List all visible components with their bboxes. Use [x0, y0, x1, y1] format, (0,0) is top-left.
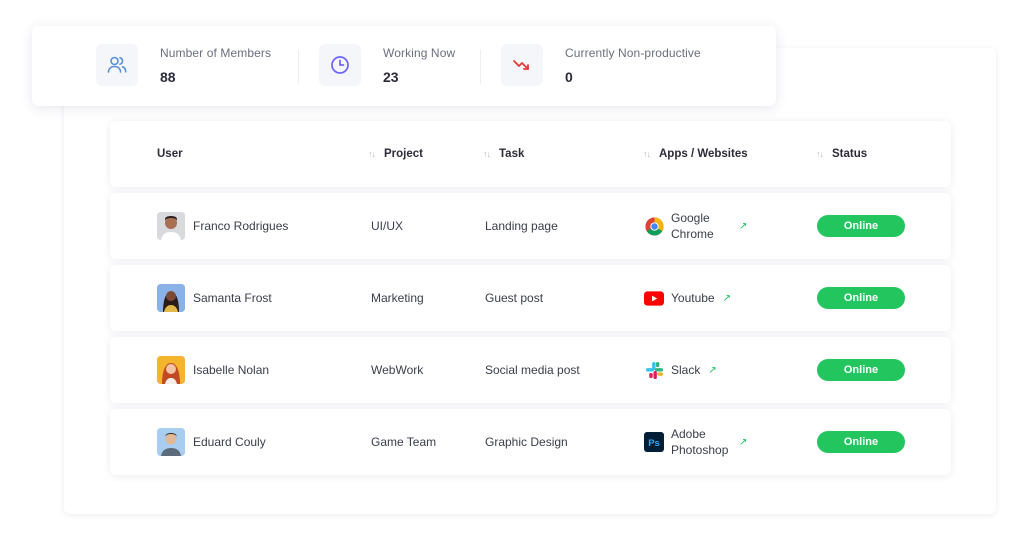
external-link-icon[interactable]: ↗	[739, 437, 747, 448]
status-badge: Online	[817, 359, 905, 381]
project-cell: Marketing	[371, 291, 424, 305]
table-row[interactable]: Eduard Couly Game Team Graphic Design Ps…	[110, 409, 951, 475]
table-row[interactable]: Franco Rodrigues UI/UX Landing page Goog…	[110, 193, 951, 259]
header-apps[interactable]: ↑↓ Apps / Websites	[643, 121, 748, 187]
avatar	[157, 212, 185, 240]
user-name: Franco Rodrigues	[193, 219, 289, 233]
app-cell: Youtube ↗	[644, 265, 731, 331]
app-name: Slack	[671, 363, 701, 377]
trend-down-icon	[501, 44, 543, 86]
avatar	[157, 356, 185, 384]
task-cell: Social media post	[485, 363, 580, 377]
status-cell: Online	[817, 337, 905, 403]
project-cell: UI/UX	[371, 219, 404, 233]
external-link-icon[interactable]: ↗	[739, 221, 747, 232]
project-cell: WebWork	[371, 363, 424, 377]
header-user[interactable]: User	[157, 121, 183, 187]
divider	[480, 50, 481, 84]
stat-label: Number of Members	[160, 45, 272, 60]
stat-label: Currently Non-productive	[565, 45, 701, 60]
stat-working-now: Working Now 23	[319, 44, 455, 86]
task-cell: Landing page	[485, 219, 558, 233]
app-cell: Ps Adobe Photoshop ↗	[644, 409, 747, 475]
table-row[interactable]: Samanta Frost Marketing Guest post Youtu…	[110, 265, 951, 331]
status-cell: Online	[817, 193, 905, 259]
table-header: User ↑↓ Project ↑↓ Task ↑↓ Apps / Websit…	[110, 121, 951, 187]
table-row[interactable]: Isabelle Nolan WebWork Social media post…	[110, 337, 951, 403]
user-name: Eduard Couly	[193, 435, 266, 449]
avatar	[157, 428, 185, 456]
user-name: Isabelle Nolan	[193, 363, 270, 377]
status-badge: Online	[817, 287, 905, 309]
status-cell: Online	[817, 409, 905, 475]
task-cell: Guest post	[485, 291, 544, 305]
stats-summary: Number of Members 88 Working Now 23 Curr…	[32, 26, 776, 106]
user-name: Samanta Frost	[193, 291, 272, 305]
status-badge: Online	[817, 215, 905, 237]
app-cell: Google Chrome ↗	[644, 193, 747, 259]
sort-icon: ↑↓	[483, 149, 491, 159]
project-cell: Game Team	[371, 435, 437, 449]
header-project-label: Project	[384, 148, 423, 160]
user-cell: Franco Rodrigues	[157, 193, 288, 259]
users-icon	[96, 44, 138, 86]
header-task[interactable]: ↑↓ Task	[483, 121, 524, 187]
header-task-label: Task	[499, 148, 525, 160]
task-cell: Graphic Design	[485, 435, 568, 449]
stat-non-productive: Currently Non-productive 0	[501, 44, 701, 86]
avatar	[157, 284, 185, 312]
youtube-icon	[644, 288, 664, 308]
sort-icon: ↑↓	[368, 149, 376, 159]
header-project[interactable]: ↑↓ Project	[368, 121, 423, 187]
user-cell: Samanta Frost	[157, 265, 272, 331]
app-cell: Slack ↗	[644, 337, 717, 403]
external-link-icon[interactable]: ↗	[723, 293, 731, 304]
svg-text:Ps: Ps	[648, 438, 660, 449]
sort-icon: ↑↓	[643, 149, 651, 159]
stat-members: Number of Members 88	[96, 44, 271, 86]
header-status-label: Status	[832, 148, 868, 160]
stat-value: 88	[160, 68, 176, 85]
app-name: Youtube	[671, 291, 715, 305]
status-cell: Online	[817, 265, 905, 331]
user-cell: Eduard Couly	[157, 409, 266, 475]
header-apps-label: Apps / Websites	[659, 148, 748, 160]
photoshop-icon: Ps	[644, 432, 664, 452]
user-cell: Isabelle Nolan	[157, 337, 269, 403]
stat-label: Working Now	[383, 45, 456, 60]
app-name: Adobe Photoshop	[671, 427, 729, 457]
status-badge: Online	[817, 431, 905, 453]
divider	[298, 50, 299, 84]
stat-value: 0	[565, 68, 573, 85]
header-status[interactable]: ↑↓ Status	[816, 121, 867, 187]
stat-value: 23	[383, 68, 399, 85]
chrome-icon	[644, 216, 664, 236]
sort-icon: ↑↓	[816, 149, 824, 159]
clock-icon	[319, 44, 361, 86]
slack-icon	[644, 360, 664, 380]
external-link-icon[interactable]: ↗	[708, 365, 716, 376]
app-name: Google Chrome	[671, 211, 714, 241]
